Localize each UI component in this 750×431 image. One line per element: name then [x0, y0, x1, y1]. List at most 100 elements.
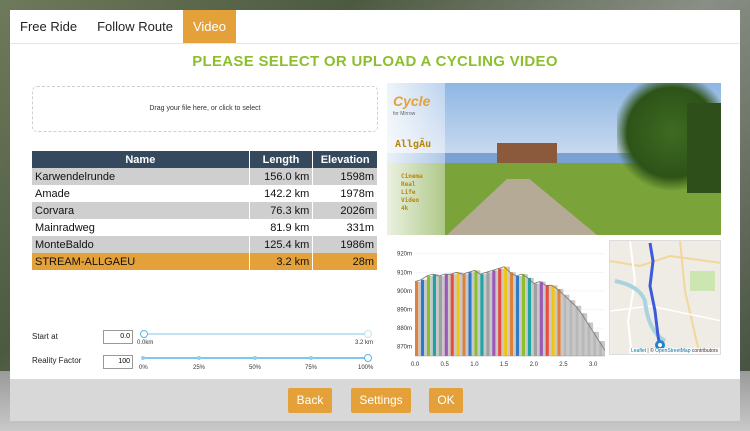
chart-bar-fill: [442, 276, 445, 356]
chart-bar-fill: [560, 289, 564, 356]
chart-bar: [551, 285, 555, 356]
routes-table: Name Length Elevation Karwendelrunde 156…: [32, 151, 378, 270]
tab-bar: Free Ride Follow Route Video: [10, 10, 236, 43]
route-length: 81.9 km: [249, 219, 314, 236]
route-elevation: 2026m: [312, 202, 378, 219]
video-logo: Cycle: [393, 93, 431, 109]
chart-bar: [456, 272, 460, 356]
table-row[interactable]: Corvara 76.3 km 2026m: [32, 202, 378, 219]
chart-y-tick-label: 920m: [397, 252, 412, 258]
chart-bar-fill: [430, 276, 433, 356]
file-dropzone[interactable]: Drag your file here, or click to select: [32, 86, 378, 132]
table-row[interactable]: Karwendelrunde 156.0 km 1598m: [32, 168, 378, 185]
route-name: Amade: [32, 185, 250, 202]
route-length: 3.2 km: [249, 253, 314, 270]
tab-video[interactable]: Video: [182, 10, 236, 43]
chart-x-tick-label: 1.5: [500, 362, 509, 368]
route-name: Corvara: [32, 202, 250, 219]
chart-bar: [510, 272, 514, 356]
start-at-label: Start at: [32, 332, 58, 341]
reality-factor-tick-50: [253, 356, 257, 360]
chart-bar-fill: [471, 272, 475, 356]
video-preview[interactable]: Cycle for Mirrow AllgÄu Cinema Real Life…: [387, 83, 721, 235]
tab-follow-route[interactable]: Follow Route: [87, 10, 183, 43]
column-header-length: Length: [249, 151, 314, 168]
leaflet-link[interactable]: Leaflet: [631, 348, 646, 354]
reality-factor-tick-0: [141, 356, 145, 360]
chart-bar-fill: [507, 266, 510, 356]
reality-factor-tick-label: 50%: [249, 365, 262, 371]
route-length: 156.0 km: [249, 168, 314, 185]
chart-bar: [415, 281, 419, 356]
video-preview-banner: Cycle for Mirrow AllgÄu Cinema Real Life…: [387, 83, 445, 235]
route-elevation: 1986m: [312, 236, 378, 253]
chart-bar: [557, 289, 561, 356]
chart-bar: [533, 283, 538, 356]
chart-y-tick-label: 900m: [397, 289, 412, 295]
table-row-selected[interactable]: STREAM-ALLGAEU 3.2 km 28m: [32, 253, 378, 270]
chart-bar-fill: [566, 294, 570, 356]
tab-divider: [10, 43, 740, 44]
chart-x-tick-label: 2.5: [559, 362, 568, 368]
chart-bar-fill: [554, 285, 558, 356]
chart-bar: [480, 274, 484, 356]
table-row[interactable]: MonteBaldo 125.4 km 1986m: [32, 236, 378, 253]
chart-bar-fill: [424, 279, 427, 356]
chart-bar-fill: [548, 285, 552, 356]
chart-x-tick-label: 3.0: [589, 362, 598, 368]
route-map[interactable]: Leaflet | © OpenStreetMap contributors: [609, 240, 721, 355]
chart-bar: [462, 274, 466, 356]
reality-factor-tick-label: 100%: [358, 365, 374, 371]
chart-y-tick-label: 870m: [397, 345, 412, 351]
video-logo-subtitle: for Mirrow: [393, 111, 416, 117]
map-attribution: Leaflet | © OpenStreetMap contributors: [629, 348, 720, 354]
chart-bar: [432, 274, 437, 356]
table-row[interactable]: Mainradweg 81.9 km 331m: [32, 219, 378, 236]
chart-bar: [521, 274, 526, 356]
route-length: 142.2 km: [249, 185, 314, 202]
ok-button[interactable]: OK: [429, 388, 463, 413]
back-button[interactable]: Back: [288, 388, 332, 413]
map-attribution-sep: | ©: [646, 348, 656, 354]
chart-bar: [527, 277, 532, 356]
start-at-slider-track[interactable]: [144, 333, 368, 335]
tab-free-ride[interactable]: Free Ride: [10, 10, 87, 43]
chart-bar-fill: [489, 272, 493, 356]
route-length: 125.4 km: [249, 236, 314, 253]
chart-bar-fill: [519, 276, 522, 356]
chart-bar: [492, 270, 496, 356]
route-elevation: 1598m: [312, 168, 378, 185]
reality-factor-tick-label: 0%: [139, 365, 148, 371]
chart-bar-fill: [513, 272, 516, 356]
chart-x-tick-label: 1.0: [470, 362, 479, 368]
start-at-slider-handle[interactable]: [140, 330, 148, 338]
chart-bar: [581, 313, 585, 356]
reality-factor-tick-25: [197, 356, 201, 360]
chart-bar: [575, 305, 579, 356]
video-preview-tree-trunk: [687, 103, 721, 193]
chart-bar-fill: [477, 270, 481, 356]
reality-factor-input[interactable]: 100: [103, 355, 133, 369]
dialog-panel: Free Ride Follow Route Video PLEASE SELE…: [10, 10, 740, 421]
settings-button[interactable]: Settings: [351, 388, 411, 413]
column-header-name: Name: [32, 151, 250, 168]
table-row[interactable]: Amade 142.2 km 1978m: [32, 185, 378, 202]
chart-bar: [438, 276, 443, 356]
reality-factor-slider-handle[interactable]: [364, 354, 372, 362]
chart-bar-fill: [465, 274, 469, 356]
chart-bar: [468, 272, 472, 356]
route-name: Karwendelrunde: [32, 168, 250, 185]
chart-bar-fill: [501, 268, 505, 356]
start-at-min-label: 0.0km: [137, 340, 154, 346]
route-elevation: 1978m: [312, 185, 378, 202]
chart-bar-fill: [495, 270, 499, 356]
video-info: Cinema Real Life Video 4k: [401, 173, 423, 212]
chart-y-tick-label: 880m: [397, 326, 412, 332]
start-at-input[interactable]: 0.0: [103, 330, 133, 344]
chart-x-tick-label: 0.5: [441, 362, 450, 368]
osm-link[interactable]: OpenStreetMap: [655, 348, 690, 354]
chart-bar: [450, 274, 454, 356]
chart-bar: [444, 274, 448, 356]
route-length: 76.3 km: [249, 202, 314, 219]
route-name: STREAM-ALLGAEU: [32, 253, 250, 270]
